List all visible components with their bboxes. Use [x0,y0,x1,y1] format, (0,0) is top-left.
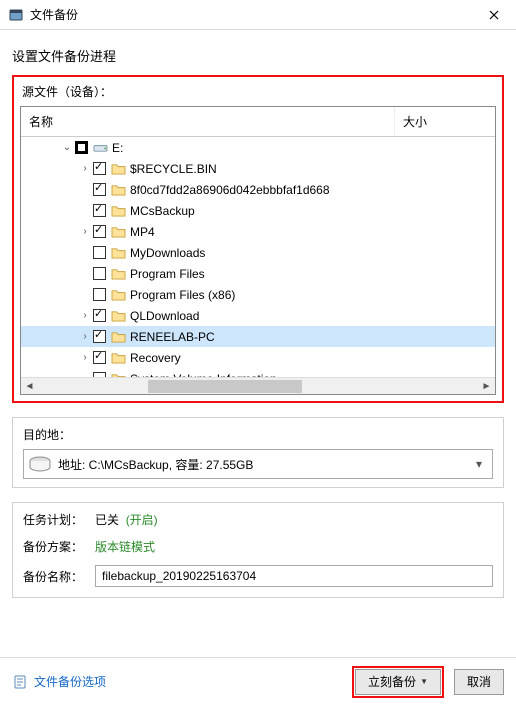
folder-icon [111,309,126,322]
backup-now-label: 立刻备份 [368,673,416,690]
tree-item-label: RENEELAB-PC [130,330,215,344]
tree-item-label: MCsBackup [130,204,195,218]
tree-item-label: MyDownloads [130,246,205,260]
expand-icon[interactable]: › [79,310,91,321]
primary-button-highlight: 立刻备份 ▼ [352,666,444,698]
folder-icon [111,351,126,364]
tree-root-row[interactable]: ⌄ E: [21,137,495,158]
tree-item-label: $RECYCLE.BIN [130,162,217,176]
scroll-left-icon[interactable]: ◄ [21,378,38,395]
expand-icon[interactable]: › [79,226,91,237]
tree-row[interactable]: MCsBackup [21,200,495,221]
checkbox[interactable] [93,162,106,175]
folder-icon [111,246,126,259]
backup-options-link[interactable]: 文件备份选项 [12,673,106,690]
task-plan-toggle[interactable]: (开启) [126,513,158,527]
tree-header: 名称 大小 [21,107,495,137]
expand-icon[interactable]: › [79,163,91,174]
folder-icon [111,372,126,377]
backup-now-button[interactable]: 立刻备份 ▼ [355,669,441,695]
destination-section: 目的地： 地址: C:\MCsBackup, 容量: 27.55GB ▾ [12,417,504,488]
checkbox[interactable] [93,204,106,217]
task-plan-label: 任务计划： [23,511,95,528]
tree-item-label: QLDownload [130,309,199,323]
scroll-thumb[interactable] [148,380,302,393]
checkbox[interactable] [75,141,88,154]
task-plan-row: 任务计划： 已关 (开启) [23,511,493,528]
folder-icon [111,204,126,217]
tree-row[interactable]: › MP4 [21,221,495,242]
checkbox[interactable] [93,267,106,280]
collapse-icon[interactable]: ⌄ [61,142,73,153]
tree-body[interactable]: ⌄ E: › $RECYCLE.BIN 8f0cd7fdd2a86906d042ebbb… [21,137,495,377]
file-tree: 名称 大小 ⌄ E: › $RECYCLE.BIN 8f0cd7fdd2a86906d0… [20,106,496,395]
drive-icon [28,455,52,473]
backup-scheme-label: 备份方案： [23,538,95,555]
folder-icon [111,267,126,280]
app-icon [8,7,24,23]
tree-row[interactable]: › RENEELAB-PC [21,326,495,347]
tree-item-label: System Volume Information [130,372,277,378]
tree-item-label: Recovery [130,351,181,365]
window-title: 文件备份 [30,6,472,23]
drive-icon [93,141,108,154]
folder-icon [111,330,126,343]
task-plan-status: 已关 [95,513,119,527]
close-button[interactable] [472,0,516,30]
tree-row[interactable]: Program Files (x86) [21,284,495,305]
destination-text: 地址: C:\MCsBackup, 容量: 27.55GB [58,456,470,473]
expand-icon[interactable]: › [79,352,91,363]
close-icon [489,10,499,20]
tree-item-label: MP4 [130,225,155,239]
tree-root-label: E: [112,141,123,155]
column-name[interactable]: 名称 [21,107,395,136]
checkbox[interactable] [93,372,106,377]
tree-row[interactable]: › QLDownload [21,305,495,326]
backup-name-input[interactable] [95,565,493,587]
footer: 文件备份选项 立刻备份 ▼ 取消 [0,657,516,705]
folder-icon [111,162,126,175]
checkbox[interactable] [93,309,106,322]
folder-icon [111,225,126,238]
source-section: 源文件（设备）： 名称 大小 ⌄ E: › $RECYCLE.BIN 8f0cd7fdd… [12,75,504,403]
checkbox[interactable] [93,351,106,364]
backup-scheme-row: 备份方案： 版本链模式 [23,538,493,555]
source-label: 源文件（设备）： [22,83,496,100]
dropdown-icon: ▼ [420,677,428,686]
dialog-heading: 设置文件备份进程 [12,46,504,65]
backup-options-label: 文件备份选项 [34,673,106,690]
chevron-down-icon[interactable]: ▾ [470,457,488,471]
scroll-right-icon[interactable]: ► [478,378,495,395]
task-plan-value: 已关 (开启) [95,511,158,528]
titlebar: 文件备份 [0,0,516,30]
expand-icon[interactable]: › [79,331,91,342]
backup-name-row: 备份名称： [23,565,493,587]
tree-row[interactable]: System Volume Information [21,368,495,377]
scroll-track[interactable] [38,378,478,395]
checkbox[interactable] [93,183,106,196]
destination-combo[interactable]: 地址: C:\MCsBackup, 容量: 27.55GB ▾ [23,449,493,479]
tree-item-label: Program Files [130,267,205,281]
folder-icon [111,183,126,196]
tree-row[interactable]: MyDownloads [21,242,495,263]
options-icon [12,674,28,690]
checkbox[interactable] [93,246,106,259]
checkbox[interactable] [93,288,106,301]
tree-item-label: Program Files (x86) [130,288,235,302]
destination-label: 目的地： [23,426,493,443]
backup-name-label: 备份名称： [23,568,95,585]
horizontal-scrollbar[interactable]: ◄ ► [21,377,495,394]
folder-icon [111,288,126,301]
tree-item-label: 8f0cd7fdd2a86906d042ebbbfaf1d668 [130,183,330,197]
cancel-button[interactable]: 取消 [454,669,504,695]
tree-row[interactable]: › Recovery [21,347,495,368]
backup-scheme-value[interactable]: 版本链模式 [95,538,155,555]
task-section: 任务计划： 已关 (开启) 备份方案： 版本链模式 备份名称： [12,502,504,598]
tree-row[interactable]: › $RECYCLE.BIN [21,158,495,179]
tree-row[interactable]: 8f0cd7fdd2a86906d042ebbbfaf1d668 [21,179,495,200]
tree-row[interactable]: Program Files [21,263,495,284]
checkbox[interactable] [93,330,106,343]
checkbox[interactable] [93,225,106,238]
column-size[interactable]: 大小 [395,107,495,136]
